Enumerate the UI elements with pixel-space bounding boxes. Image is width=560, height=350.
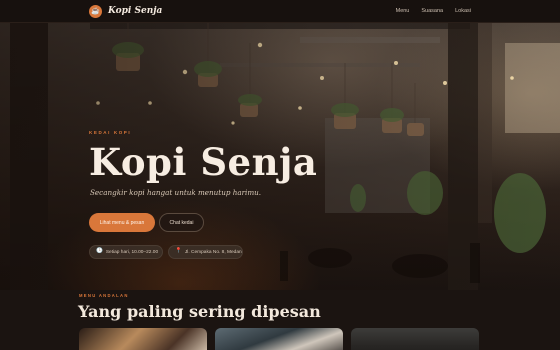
nav-link-suasana[interactable]: Suasana (421, 8, 443, 14)
menu-card-image[interactable] (351, 328, 479, 350)
hero-tagline: Secangkir kopi hangat untuk menutup hari… (90, 188, 262, 197)
featured-menu-section: MENU ANDALAN Yang paling sering dipesan (0, 290, 560, 350)
hero-title: Kopi Senja (89, 140, 318, 184)
nav-link-lokasi[interactable]: Lokasi (455, 8, 471, 14)
view-menu-order-button[interactable]: Lihat menu & pesan (89, 213, 155, 232)
coffee-cup-icon[interactable]: ☕ (89, 4, 102, 18)
address-badge: 📍 Jl. Cempaka No. 8, Medan (168, 245, 243, 259)
map-pin-icon: 📍 (175, 248, 182, 255)
chat-shop-button[interactable]: Chat kedai (159, 213, 204, 232)
section-title: Yang paling sering dipesan (78, 302, 321, 321)
nav-links: Menu Suasana Lokasi (396, 8, 471, 14)
brand-name[interactable]: Kopi Senja (108, 6, 162, 16)
menu-card-image[interactable] (215, 328, 343, 350)
opening-hours-text: Setiap hari, 10.00–22.00 (105, 249, 159, 255)
address-text: Jl. Cempaka No. 8, Medan (184, 249, 242, 255)
section-eyebrow: MENU ANDALAN (79, 293, 129, 298)
opening-hours-badge: 🕒 Setiap hari, 10.00–22.00 (89, 245, 163, 259)
hero-eyebrow: KEDAI KOPI (89, 130, 132, 135)
nav-link-menu[interactable]: Menu (396, 8, 410, 14)
top-navigation: ☕ Kopi Senja Menu Suasana Lokasi (0, 0, 560, 23)
menu-card-image[interactable] (79, 328, 207, 350)
clock-icon: 🕒 (96, 248, 103, 255)
